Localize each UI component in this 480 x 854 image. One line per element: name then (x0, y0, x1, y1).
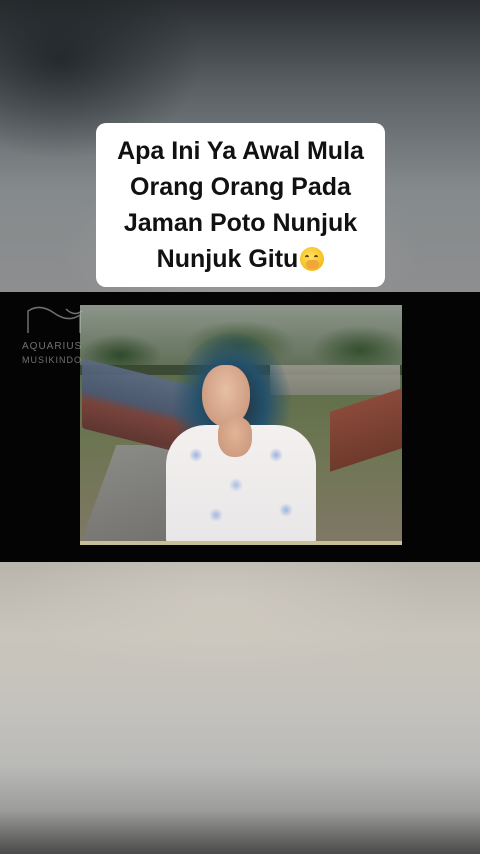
aquarius-wave-logo (27, 306, 82, 333)
blurred-background-bottom (0, 562, 480, 854)
video-player[interactable] (80, 305, 402, 545)
caption-line-2: Orang Orang Pada (130, 173, 351, 201)
story-screen: Apa Ini Ya Awal Mula Orang Orang Pada Ja… (0, 0, 480, 854)
face-with-hand-over-mouth-icon (300, 247, 325, 271)
watermark-line-2: MUSIKINDO (22, 355, 83, 365)
singer-hands (218, 417, 252, 457)
caption-line-3: Jaman Poto Nunjuk (123, 209, 358, 237)
watermark-line-1: AQUARIUS (22, 341, 83, 352)
caption-box: Apa Ini Ya Awal Mula Orang Orang Pada Ja… (96, 123, 385, 287)
caption-line-4: Nunjuk Gitu (102, 241, 379, 277)
caption-line-4-text: Nunjuk Gitu (156, 245, 299, 273)
caption-line-1: Apa Ini Ya Awal Mula (117, 137, 364, 165)
watermark: AQUARIUS MUSIKINDO (22, 303, 102, 373)
video-frame-edge (80, 541, 402, 545)
